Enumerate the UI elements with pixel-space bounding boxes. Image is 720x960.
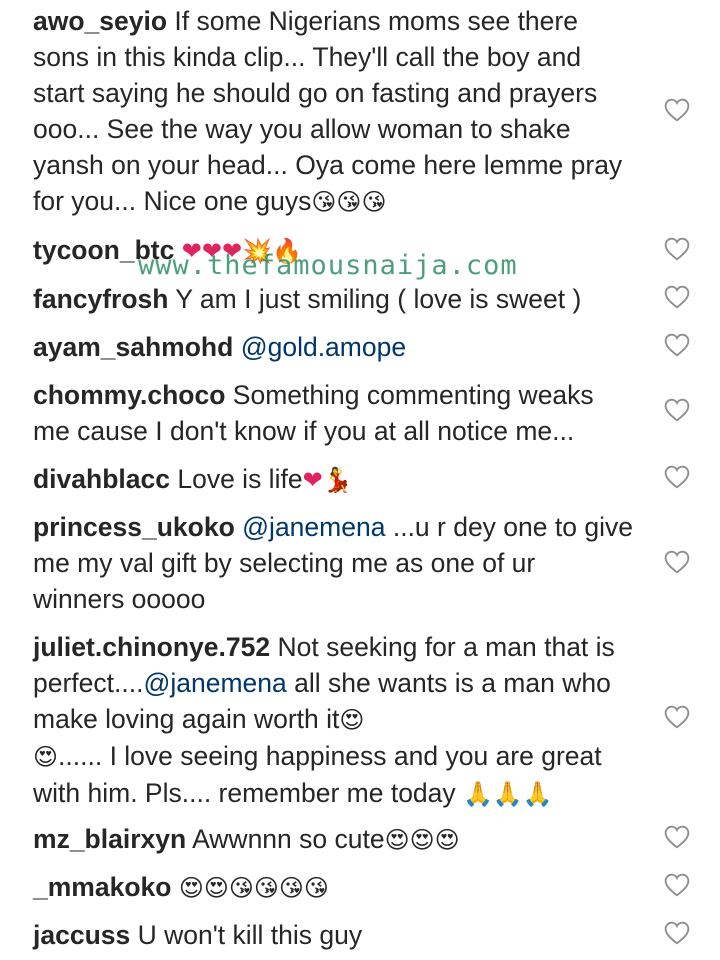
comment-username[interactable]: ayam_sahmohd bbox=[33, 332, 233, 362]
comment-mention[interactable]: @gold.amope bbox=[241, 332, 406, 362]
comment-item: juliet.chinonye.752 Not seeking for a ma… bbox=[33, 629, 633, 812]
comment-emoji: 😍 bbox=[33, 743, 59, 771]
comment-text: Awwnnn so cute bbox=[192, 824, 385, 854]
comment-username[interactable]: juliet.chinonye.752 bbox=[33, 632, 270, 662]
comment-item: awo_seyio If some Nigerians moms see the… bbox=[33, 3, 633, 220]
comment-username[interactable]: chommy.choco bbox=[33, 380, 225, 410]
comment-emoji: 😍😍😘😘😘😘 bbox=[178, 874, 329, 902]
comment-text: If some Nigerians moms see there sons in… bbox=[33, 6, 623, 216]
like-heart-icon[interactable] bbox=[664, 705, 690, 729]
comment-username[interactable]: mz_blairxyn bbox=[33, 824, 186, 854]
comment-username[interactable]: jaccuss bbox=[33, 920, 130, 950]
comment-emoji: 😍😍😍 bbox=[384, 826, 460, 854]
like-heart-icon[interactable] bbox=[664, 921, 690, 945]
like-heart-icon[interactable] bbox=[664, 98, 690, 122]
comment-username[interactable]: _mmakoko bbox=[33, 872, 171, 902]
comment-text: Y am I just smiling ( love is sweet ) bbox=[175, 284, 582, 314]
comment-item: ayam_sahmohd @gold.amope bbox=[33, 329, 633, 365]
like-heart-icon[interactable] bbox=[664, 237, 690, 261]
like-heart-icon[interactable] bbox=[664, 465, 690, 489]
comment-text: U won't kill this guy bbox=[137, 920, 363, 950]
comment-username[interactable]: princess_ukoko bbox=[33, 512, 235, 542]
like-heart-icon[interactable] bbox=[664, 825, 690, 849]
like-heart-icon[interactable] bbox=[664, 398, 690, 422]
like-heart-icon[interactable] bbox=[664, 285, 690, 309]
comment-item: chommy.choco Something commenting weaks … bbox=[33, 377, 633, 449]
comment-item: princess_ukoko @janemena ...u r dey one … bbox=[33, 509, 633, 617]
comment-username[interactable]: fancyfrosh bbox=[33, 284, 168, 314]
like-heart-icon[interactable] bbox=[664, 550, 690, 574]
comment-item: jaccuss U won't kill this guy bbox=[33, 917, 633, 953]
comment-item: fancyfrosh Y am I just smiling ( love is… bbox=[33, 281, 633, 317]
comment-item: _mmakoko 😍😍😘😘😘😘 bbox=[33, 869, 633, 906]
comment-item: mz_blairxyn Awwnnn so cute😍😍😍 bbox=[33, 821, 633, 858]
comment-mention[interactable]: @janemena bbox=[242, 512, 385, 542]
comment-emoji: ❤💃 bbox=[302, 466, 353, 494]
comment-item: divahblacc Love is life❤💃 bbox=[33, 461, 633, 498]
like-heart-icon[interactable] bbox=[664, 333, 690, 357]
comment-emoji: 😘😘😘 bbox=[311, 188, 387, 216]
comment-username[interactable]: awo_seyio bbox=[33, 6, 167, 36]
comment-emoji: 🙏🙏🙏 bbox=[463, 780, 553, 808]
comment-mention[interactable]: @janemena bbox=[143, 668, 286, 698]
comment-text: Love is life bbox=[177, 464, 303, 494]
watermark-text: www.thefamousnaija.com bbox=[138, 250, 518, 281]
comment-username[interactable]: divahblacc bbox=[33, 464, 170, 494]
like-heart-icon[interactable] bbox=[664, 873, 690, 897]
comment-emoji: 😍 bbox=[339, 706, 365, 734]
